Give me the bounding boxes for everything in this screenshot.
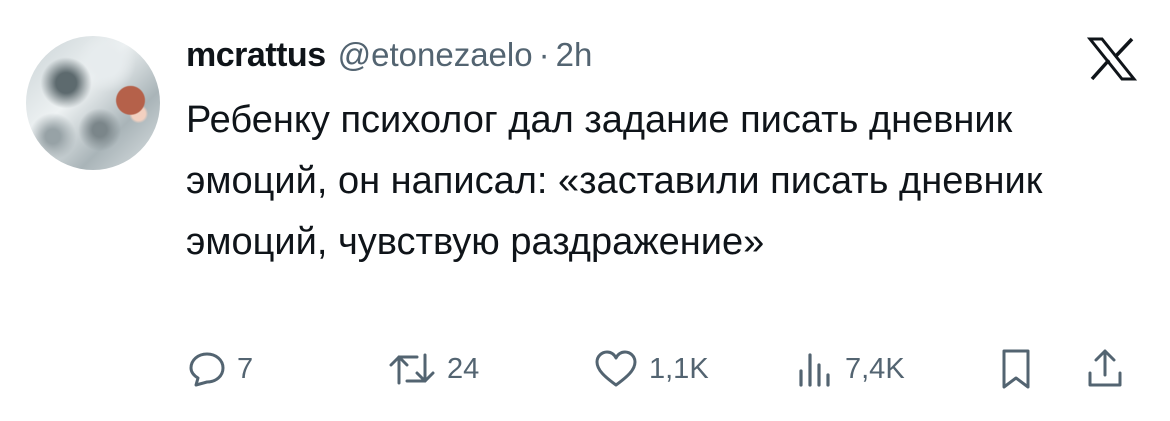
username[interactable]: mcrattus: [186, 36, 326, 75]
reply-button[interactable]: 7: [187, 343, 253, 395]
share-button[interactable]: [1085, 343, 1125, 395]
views-icon: [799, 353, 830, 387]
separator-dot: ·: [538, 36, 550, 73]
retweet-button[interactable]: 24: [387, 343, 479, 395]
bookmark-icon: [1002, 349, 1030, 389]
action-bar: 7 24 1,1K 7,4K: [0, 343, 1170, 395]
timestamp[interactable]: 2h: [556, 36, 593, 74]
retweet-icon: [389, 353, 435, 385]
tweet-header: mcrattus @etonezaelo · 2h: [186, 36, 592, 82]
x-logo-icon: [1087, 37, 1137, 81]
tweet-text: Ребенку психолог дал задание писать днев…: [186, 99, 1043, 263]
heart-icon: [595, 350, 637, 387]
views-count: 7,4K: [845, 352, 905, 385]
share-icon: [1088, 349, 1122, 387]
reply-count: 7: [237, 352, 254, 385]
avatar[interactable]: [26, 36, 160, 170]
like-count: 1,1K: [649, 352, 709, 385]
tweet-card: mcrattus @etonezaelo · 2h Ребенку психол…: [0, 0, 1170, 421]
like-button[interactable]: 1,1K: [593, 343, 709, 395]
bookmark-button[interactable]: [996, 343, 1036, 395]
reply-icon: [189, 352, 225, 387]
user-handle[interactable]: @etonezaelo: [338, 36, 533, 74]
views-button[interactable]: 7,4K: [795, 343, 905, 395]
retweet-count: 24: [447, 352, 480, 385]
